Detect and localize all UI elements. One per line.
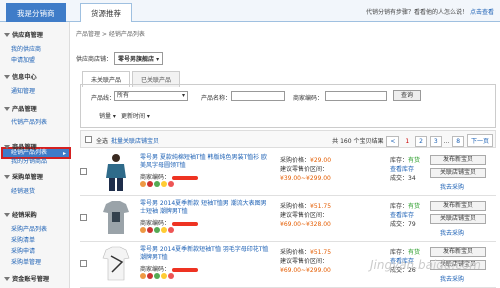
main-content: 产品管理 > 经销产品列表 供应商店铺： 零号男旗舰店 ▾ 未关联产品 已关联产品 … bbox=[72, 22, 500, 288]
name-label: 产品名称： bbox=[201, 95, 232, 102]
notice-bar: 代销分销有步骤？看看他的人怎么说！ 点击查看 bbox=[366, 7, 494, 16]
sidebar-item-notice[interactable]: 通知管理 bbox=[11, 86, 35, 95]
product-title[interactable]: 零号男 2014夏季新款短袖T恤 羽毛字母印花T恤 潮牌男T恤 bbox=[140, 246, 270, 262]
store-label: 供应商店铺： bbox=[76, 56, 113, 63]
sidebar-group-product[interactable]: 产品管理 bbox=[4, 104, 37, 113]
product-price: 采购价格：¥51.75 建议零售价区间： ¥69.00~¥328.00 bbox=[280, 203, 332, 228]
sort-sales[interactable]: 销量 ▾ bbox=[99, 111, 116, 120]
product-title[interactable]: 零号男 夏款纯棉短袖T恤 韩版纯色男装T恤衫 欧美风字母圆领T恤 bbox=[140, 154, 270, 170]
chevron-down-icon bbox=[4, 277, 10, 281]
chevron-down-icon bbox=[4, 75, 10, 79]
code-input[interactable] bbox=[325, 91, 387, 101]
page-ellipsis: ... bbox=[443, 138, 450, 145]
view-stock-link[interactable]: 查看库存 bbox=[390, 166, 414, 173]
sidebar-group-purchase[interactable]: 经销采购 bbox=[4, 210, 37, 219]
top-bar: 我是分销商 货源推荐 代销分销有步骤？看看他的人怎么说！ 点击查看 bbox=[0, 0, 500, 22]
publish-button[interactable]: 发布新宝贝 bbox=[430, 155, 486, 165]
sidebar-item-purchase-apply[interactable]: 采购申请 bbox=[11, 246, 35, 255]
product-image[interactable] bbox=[100, 152, 132, 192]
product-price: 采购价格：¥29.00 建议零售价区间： ¥39.00~¥299.00 bbox=[280, 157, 332, 182]
sidebar-item-my-supplier[interactable]: 我的供应商 bbox=[11, 44, 41, 53]
product-badges bbox=[140, 227, 175, 235]
sidebar-item-purchase-list[interactable]: 采购产品列表 bbox=[11, 224, 47, 233]
chevron-down-icon bbox=[4, 213, 10, 217]
chevron-down-icon bbox=[4, 145, 10, 149]
pagination: 共 160 个宝贝结果 < 1 2 3 ... 8 下一页 bbox=[332, 134, 493, 147]
sidebar-item-my-goods[interactable]: 我的分销商品 bbox=[11, 156, 47, 165]
product-badges bbox=[140, 273, 175, 281]
category-select[interactable]: 所有 ▾ bbox=[114, 91, 188, 101]
sidebar-item-apply-join[interactable]: 申请加盟 bbox=[11, 55, 35, 64]
prev-page[interactable]: < bbox=[386, 136, 400, 147]
page-1: 1 bbox=[405, 138, 410, 145]
store-selector: 供应商店铺： 零号男旗舰店 ▾ bbox=[76, 52, 164, 65]
sidebar-item-consign-list[interactable]: 代销产品列表 bbox=[11, 117, 47, 126]
product-image[interactable] bbox=[100, 198, 132, 238]
next-page[interactable]: 下一页 bbox=[466, 134, 493, 147]
row-checkbox[interactable] bbox=[80, 168, 87, 175]
chevron-down-icon bbox=[4, 33, 10, 37]
page-2[interactable]: 2 bbox=[415, 136, 427, 147]
link-store-button[interactable]: 关联店铺宝贝 bbox=[430, 214, 486, 224]
product-code: 商家编码： bbox=[140, 172, 199, 181]
publish-button[interactable]: 发布新宝贝 bbox=[430, 247, 486, 257]
chevron-right-icon: ▸ bbox=[62, 150, 66, 157]
chevron-down-icon: ▾ bbox=[181, 92, 185, 99]
total-count: 共 160 个宝贝结果 bbox=[332, 138, 384, 145]
product-image[interactable] bbox=[100, 244, 132, 284]
sidebar-group-purchase-order[interactable]: 采购单管理 bbox=[4, 172, 43, 181]
store-select[interactable]: 零号男旗舰店 ▾ bbox=[114, 52, 164, 65]
purchase-link[interactable]: 我去采购 bbox=[440, 228, 464, 237]
select-all-label: 全选 bbox=[96, 138, 109, 145]
page-8[interactable]: 8 bbox=[452, 136, 465, 147]
chevron-down-icon bbox=[4, 107, 10, 111]
product-code: 商家编码： bbox=[140, 264, 199, 273]
product-stock: 库存：有货 查看库存 成交：34 bbox=[390, 157, 421, 182]
sidebar-item-purchase-cart[interactable]: 采购清单 bbox=[11, 235, 35, 244]
tab-distributor[interactable]: 我是分销商 bbox=[6, 3, 66, 22]
tab-source-recommend[interactable]: 货源推荐 bbox=[80, 3, 132, 22]
search-panel: 产品线： 所有 ▾ 产品名称： 商家编码： 查询 销量 ▾ 更新时间 ▾ bbox=[80, 84, 496, 128]
row-checkbox[interactable] bbox=[80, 260, 87, 267]
publish-button[interactable]: 发布新宝贝 bbox=[430, 201, 486, 211]
notice-link[interactable]: 点击查看 bbox=[470, 9, 494, 16]
category-label: 产品线： bbox=[91, 95, 116, 102]
product-price: 采购价格：¥51.75 建议零售价区间： ¥69.00~¥299.00 bbox=[280, 249, 332, 274]
product-stock: 库存：有货 查看库存 成交：79 bbox=[390, 203, 421, 228]
row-checkbox[interactable] bbox=[80, 214, 87, 221]
sidebar: 供应商管理 我的供应商 申请加盟 信息中心 通知管理 产品管理 代销产品列表 经… bbox=[0, 22, 71, 288]
product-row: 零号男 2014夏季新款 短袖T恤男 潮流大表图男士短袖 潮牌男T恤 商家编码：… bbox=[80, 196, 496, 242]
product-title[interactable]: 零号男 2014夏季新款 短袖T恤男 潮流大表图男士短袖 潮牌男T恤 bbox=[140, 200, 270, 216]
purchase-link[interactable]: 我去采购 bbox=[440, 182, 464, 191]
chevron-down-icon bbox=[4, 175, 10, 179]
product-badges bbox=[140, 181, 175, 189]
sidebar-group-goods[interactable]: 商品管理 bbox=[4, 142, 37, 151]
product-row: 零号男 夏款纯棉短袖T恤 韩版纯色男装T恤衫 欧美风字母圆领T恤 商家编码： 采… bbox=[80, 150, 496, 196]
sidebar-group-supplier[interactable]: 供应商管理 bbox=[4, 30, 43, 39]
sort-updated[interactable]: 更新时间 ▾ bbox=[121, 111, 150, 120]
query-button[interactable]: 查询 bbox=[393, 90, 421, 101]
link-store-button[interactable]: 关联店铺宝贝 bbox=[430, 168, 486, 178]
name-input[interactable] bbox=[231, 91, 285, 101]
sidebar-item-purchase-order[interactable]: 采购单管理 bbox=[11, 257, 41, 266]
view-stock-link[interactable]: 查看库存 bbox=[390, 212, 414, 219]
page-3[interactable]: 3 bbox=[429, 136, 442, 147]
batch-link-button[interactable]: 批量关联店铺宝贝 bbox=[111, 136, 159, 145]
sidebar-group-info[interactable]: 信息中心 bbox=[4, 72, 37, 81]
watermark: Jingyan.baidu.com bbox=[370, 258, 481, 272]
notice-text: 代销分销有步骤？看看他的人怎么说！ bbox=[366, 9, 469, 16]
sidebar-item-return[interactable]: 经销退货 bbox=[11, 186, 35, 195]
select-all-checkbox[interactable] bbox=[85, 136, 92, 143]
code-label: 商家编码： bbox=[293, 95, 324, 102]
sidebar-group-funds[interactable]: 资金账号管理 bbox=[4, 274, 49, 283]
breadcrumb: 产品管理 > 经销产品列表 bbox=[76, 31, 145, 38]
product-code: 商家编码： bbox=[140, 218, 199, 227]
list-toolbar: 全选 批量关联店铺宝贝 共 160 个宝贝结果 < 1 2 3 ... 8 下一… bbox=[80, 130, 496, 148]
purchase-link[interactable]: 我去采购 bbox=[440, 274, 464, 283]
